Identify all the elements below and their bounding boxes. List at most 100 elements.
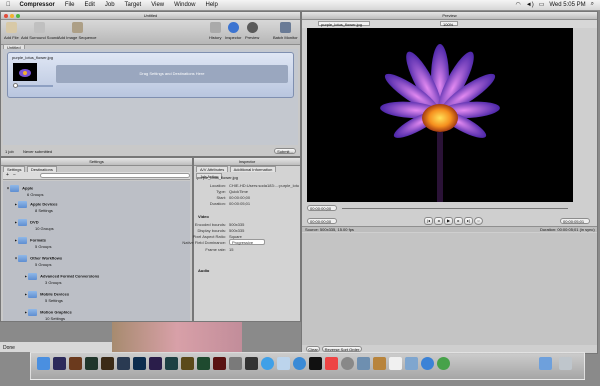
compressor-icon[interactable] — [229, 357, 242, 370]
spotlight-icon[interactable]: ⌕ — [591, 1, 594, 8]
itunes-icon[interactable] — [261, 357, 274, 370]
settings-group-motion-graphics[interactable]: ▸ Motion Graphics 10 Settings — [25, 309, 72, 321]
fireworks-icon[interactable] — [181, 357, 194, 370]
volume-icon[interactable]: ◄) — [526, 2, 534, 8]
preview-timeline: 00:00:00;00 00:00:00;00 |◂ ◂ ▶ ▸ ▸| ○ 00… — [302, 202, 597, 225]
timecode-in[interactable]: 00:00:00;00 — [307, 218, 337, 224]
dreamweaver-icon[interactable] — [197, 357, 210, 370]
disclosure-triangle-icon[interactable]: ▸ — [15, 238, 17, 243]
timecode-out[interactable]: 00:00:05;01 — [560, 218, 590, 224]
textedit-icon[interactable] — [389, 357, 402, 370]
settings-group-formats[interactable]: ▸ Formats 5 Groups — [15, 237, 51, 249]
battery-icon[interactable]: ▭ — [539, 1, 545, 8]
field-dominance-select[interactable]: Progressive — [229, 239, 265, 245]
folder-icon — [18, 201, 28, 208]
ical-icon[interactable] — [325, 357, 338, 370]
settings-group-advanced-format-conversions[interactable]: ▸ Advanced Format Conversions 3 Groups — [25, 273, 99, 285]
safari-icon[interactable] — [293, 357, 306, 370]
lightroom-icon[interactable] — [117, 357, 130, 370]
settings-group-other-workflows[interactable]: ▾ Other Workflows 5 Groups — [15, 255, 62, 267]
menu-edit[interactable]: Edit — [85, 2, 95, 8]
photoshop-icon[interactable] — [133, 357, 146, 370]
final-cut-icon[interactable] — [245, 357, 258, 370]
disclosure-triangle-icon[interactable]: ▾ — [15, 256, 17, 261]
timecode-start[interactable]: 00:00:00;00 — [307, 205, 337, 211]
tab-av-attributes[interactable]: A/V Attributes — [196, 166, 229, 172]
inspector-button[interactable]: Inspector — [225, 22, 241, 40]
after-effects-icon[interactable] — [53, 357, 66, 370]
menu-window[interactable]: Window — [174, 2, 195, 8]
disclosure-triangle-icon[interactable]: ▸ — [15, 220, 17, 225]
menu-target[interactable]: Target — [125, 2, 142, 8]
preview-button[interactable]: Preview — [245, 22, 259, 40]
disclosure-triangle-icon[interactable]: ▸ — [25, 310, 27, 315]
mail-icon[interactable] — [277, 357, 290, 370]
disclosure-triangle-icon[interactable]: ▸ — [15, 202, 17, 207]
menu-view[interactable]: View — [151, 2, 164, 8]
desktop-wallpaper — [112, 322, 242, 352]
settings-group-mobile-devices[interactable]: ▸ Mobile Devices 5 Settings — [25, 291, 69, 303]
ichat-icon[interactable] — [437, 357, 450, 370]
close-button[interactable] — [4, 13, 8, 18]
folder-icon[interactable] — [539, 357, 552, 370]
address-book-icon[interactable] — [373, 357, 386, 370]
batch-monitor-icon — [279, 22, 291, 33]
zoom-button[interactable] — [16, 13, 20, 18]
apple-menu-icon[interactable]:  — [6, 2, 11, 8]
step-forward-icon[interactable]: ▸ — [454, 217, 463, 225]
settings-group-apple-devices[interactable]: ▸ Apple Devices 8 Settings — [15, 201, 58, 213]
slider-thumb[interactable] — [13, 83, 18, 88]
app-store-icon[interactable] — [421, 357, 434, 370]
loop-icon[interactable]: ○ — [474, 217, 483, 225]
menu-job[interactable]: Job — [105, 2, 115, 8]
settings-group-dvd[interactable]: ▸ DVD 10 Groups — [15, 219, 54, 231]
settings-search-input[interactable] — [40, 173, 190, 178]
inspector-filename: purple_lotus_flower.jpg — [197, 175, 238, 180]
system-preferences-icon[interactable] — [341, 357, 354, 370]
flash-icon[interactable] — [213, 357, 226, 370]
settings-dropzone[interactable]: Drag Settings and Destinations Here — [56, 65, 288, 83]
add-surround-button[interactable]: Add Surround Sound — [21, 22, 58, 40]
encore-icon[interactable] — [85, 357, 98, 370]
file-dropdown[interactable]: purple_lotus_flower.jpg — [318, 21, 370, 27]
batch-monitor-button[interactable]: Batch Monitor — [273, 22, 298, 40]
batch-job-item[interactable]: purple_lotus_flower.jpg Drag Settings an… — [7, 52, 294, 98]
grab-icon[interactable] — [357, 357, 370, 370]
disclosure-triangle-icon[interactable]: ▸ — [25, 274, 27, 279]
premiere-icon[interactable] — [149, 357, 162, 370]
status-text: Done — [3, 345, 15, 351]
menu-help[interactable]: Help — [205, 2, 217, 8]
history-button[interactable]: History — [209, 22, 221, 40]
wifi-icon[interactable]: ◠ — [516, 1, 521, 8]
zoom-dropdown[interactable]: 100% — [440, 21, 458, 27]
menu-app-name[interactable]: Compressor — [20, 2, 55, 8]
folder-icon — [28, 273, 38, 280]
illustrator-icon[interactable] — [101, 357, 114, 370]
trash-icon[interactable] — [559, 357, 572, 370]
timeline-scrubber[interactable] — [342, 208, 568, 209]
fast-forward-icon[interactable]: ▸| — [464, 217, 473, 225]
submit-button[interactable]: Submit... — [274, 148, 296, 154]
folder-icon — [18, 237, 28, 244]
step-back-icon[interactable]: ◂ — [434, 217, 443, 225]
rewind-icon[interactable]: |◂ — [424, 217, 433, 225]
finder-icon[interactable] — [37, 357, 50, 370]
minimize-button[interactable] — [10, 13, 14, 18]
settings-group-apple[interactable]: ▾ Apple 6 Groups — [7, 185, 43, 197]
add-image-sequence-button[interactable]: Add Image Sequence — [58, 22, 96, 40]
preview-icon[interactable] — [405, 357, 418, 370]
add-setting-icon[interactable]: + — [6, 172, 9, 178]
terminal-icon[interactable] — [309, 357, 322, 370]
soundbooth-icon[interactable] — [165, 357, 178, 370]
folder-icon — [18, 219, 28, 226]
play-icon[interactable]: ▶ — [444, 217, 453, 225]
job-timeline-slider[interactable] — [13, 83, 53, 88]
tab-additional-information[interactable]: Additional Information — [229, 166, 277, 172]
menu-file[interactable]: File — [65, 2, 75, 8]
disclosure-triangle-icon[interactable]: ▸ — [25, 292, 27, 297]
disclosure-triangle-icon[interactable]: ▾ — [7, 186, 9, 191]
remove-setting-icon[interactable]: − — [13, 172, 16, 178]
bridge-icon[interactable] — [69, 357, 82, 370]
clock[interactable]: Wed 5:05 PM — [549, 2, 585, 8]
add-file-button[interactable]: Add File — [4, 22, 19, 40]
